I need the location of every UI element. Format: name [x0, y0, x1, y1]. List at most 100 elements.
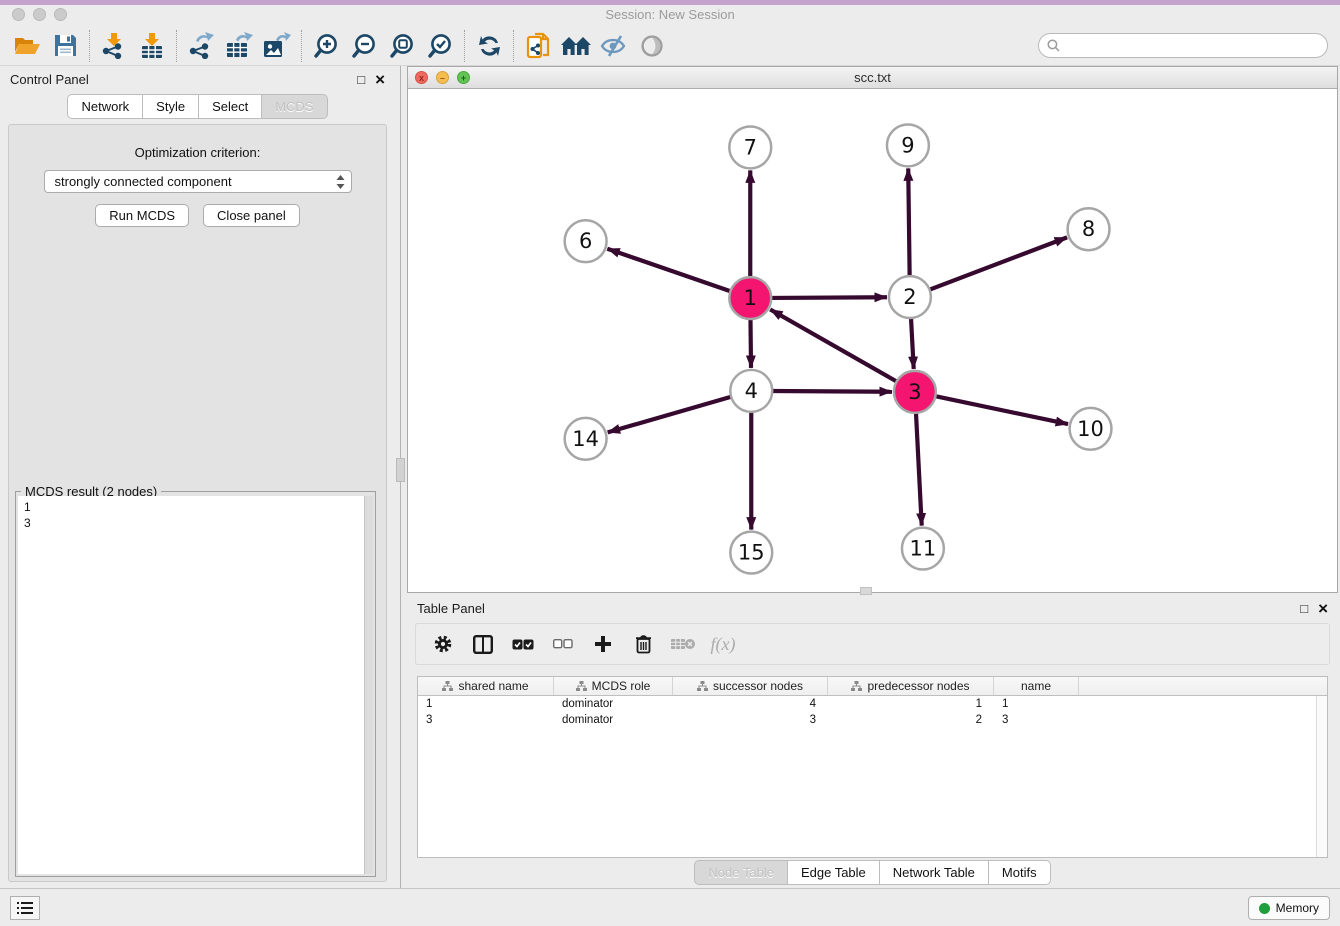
graph-edge-3-1[interactable]: [770, 309, 896, 381]
close-window-button[interactable]: [12, 8, 25, 21]
add-row-button[interactable]: [586, 628, 620, 660]
deselect-all-button[interactable]: [546, 628, 580, 660]
search-box[interactable]: [1038, 33, 1328, 58]
show-columns-button[interactable]: [466, 628, 500, 660]
zoom-selected-button[interactable]: [421, 29, 459, 63]
tab-select[interactable]: Select: [199, 94, 262, 119]
export-network-button[interactable]: [182, 29, 220, 63]
graph-node-11[interactable]: 11: [902, 528, 944, 570]
column-header-predecessor-nodes[interactable]: predecessor nodes: [828, 677, 994, 695]
graph-edge-1-4[interactable]: [750, 319, 751, 368]
maximize-window-button[interactable]: [54, 8, 67, 21]
close-panel-icon[interactable]: ×: [1318, 600, 1328, 617]
hide-panel-button[interactable]: [595, 29, 633, 63]
graph-edge-4-14[interactable]: [608, 397, 731, 433]
graph-node-8[interactable]: 8: [1068, 208, 1110, 250]
column-header-name[interactable]: name: [994, 677, 1079, 695]
graph-node-6[interactable]: 6: [565, 220, 607, 262]
graph-node-14[interactable]: 14: [565, 418, 607, 460]
mcds-result-box[interactable]: 1 3: [18, 496, 373, 874]
network-maximize-button[interactable]: +: [457, 71, 470, 84]
graph-node-4[interactable]: 4: [730, 370, 772, 412]
result-scrollbar[interactable]: [364, 496, 373, 874]
search-input[interactable]: [1065, 38, 1319, 53]
mcds-result-group: MCDS result (2 nodes) 1 3: [15, 491, 376, 877]
clone-network-button[interactable]: [519, 29, 557, 63]
criterion-select[interactable]: strongly connected component: [44, 170, 352, 193]
tab-style[interactable]: Style: [143, 94, 199, 119]
network-close-button[interactable]: x: [415, 71, 428, 84]
import-network-button[interactable]: [95, 29, 133, 63]
close-panel-button[interactable]: Close panel: [203, 204, 300, 227]
tab-node-table[interactable]: Node Table: [694, 860, 788, 885]
graph-node-15[interactable]: 15: [730, 532, 772, 574]
cell[interactable]: 1: [994, 696, 1079, 712]
column-header-successor-nodes[interactable]: successor nodes: [673, 677, 828, 695]
table-settings-button[interactable]: [426, 628, 460, 660]
graph-edge-2-9[interactable]: [908, 168, 909, 276]
tab-mcds[interactable]: MCDS: [262, 94, 327, 119]
minimize-window-button[interactable]: [33, 8, 46, 21]
network-canvas[interactable]: 1 2 3 4 6 7 8 9 10 11 14 15: [408, 89, 1337, 592]
delete-row-button[interactable]: [626, 628, 660, 660]
graph-edge-3-10[interactable]: [935, 396, 1068, 424]
import-table-button[interactable]: [133, 29, 171, 63]
splitter-handle[interactable]: [396, 458, 405, 482]
graph-node-1[interactable]: 1: [729, 277, 771, 319]
export-table-button[interactable]: [220, 29, 258, 63]
zoom-out-button[interactable]: [345, 29, 383, 63]
table-row[interactable]: 1dominator411: [418, 696, 1327, 712]
lens-button[interactable]: [633, 29, 671, 63]
export-image-button[interactable]: [258, 29, 296, 63]
table-row[interactable]: 3dominator323: [418, 712, 1327, 728]
cell[interactable]: 1: [418, 696, 554, 712]
delete-table-button[interactable]: [666, 628, 700, 660]
cell[interactable]: 2: [828, 712, 994, 728]
cell[interactable]: 3: [994, 712, 1079, 728]
select-all-button[interactable]: [506, 628, 540, 660]
function-builder-button[interactable]: f(x): [706, 628, 740, 660]
window-controls[interactable]: [12, 8, 67, 21]
tab-network-table[interactable]: Network Table: [880, 860, 989, 885]
graph-edge-3-11[interactable]: [916, 413, 922, 526]
graph-edge-2-3[interactable]: [911, 318, 914, 369]
float-panel-icon[interactable]: □: [357, 73, 365, 86]
graph-node-7[interactable]: 7: [729, 126, 771, 168]
close-panel-icon[interactable]: ×: [375, 71, 385, 88]
apply-layout-button[interactable]: [470, 29, 508, 63]
cell[interactable]: 3: [673, 712, 828, 728]
graph-node-2[interactable]: 2: [889, 276, 931, 318]
graph-edge-4-3[interactable]: [772, 391, 892, 392]
table-scrollbar[interactable]: [1316, 696, 1327, 857]
graph-node-3[interactable]: 3: [894, 371, 936, 413]
save-session-button[interactable]: [46, 29, 84, 63]
zoom-in-button[interactable]: [307, 29, 345, 63]
graph-edge-1-6[interactable]: [607, 249, 730, 292]
graph-node-10[interactable]: 10: [1070, 408, 1112, 450]
column-header-MCDS-role[interactable]: MCDS role: [554, 677, 673, 695]
cell[interactable]: 4: [673, 696, 828, 712]
graph-edge-1-2[interactable]: [771, 297, 887, 298]
zoom-fit-icon: [389, 33, 415, 59]
tab-network[interactable]: Network: [67, 94, 143, 119]
network-minimize-button[interactable]: –: [436, 71, 449, 84]
column-header-shared-name[interactable]: shared name: [418, 677, 554, 695]
network-window-titlebar[interactable]: x – + scc.txt: [408, 67, 1337, 89]
memory-button[interactable]: Memory: [1248, 896, 1330, 920]
cell[interactable]: 1: [828, 696, 994, 712]
vertical-splitter[interactable]: [395, 66, 407, 888]
home-button[interactable]: [557, 29, 595, 63]
open-session-button[interactable]: [8, 29, 46, 63]
cell[interactable]: dominator: [554, 696, 673, 712]
cell[interactable]: dominator: [554, 712, 673, 728]
graph-node-9[interactable]: 9: [887, 124, 929, 166]
run-mcds-button[interactable]: Run MCDS: [95, 204, 189, 227]
graph-edge-2-8[interactable]: [930, 237, 1068, 289]
tab-edge-table[interactable]: Edge Table: [788, 860, 880, 885]
horizontal-splitter-handle[interactable]: [860, 587, 872, 595]
cell[interactable]: 3: [418, 712, 554, 728]
task-history-button[interactable]: [10, 896, 40, 920]
float-panel-icon[interactable]: □: [1300, 602, 1308, 615]
tab-motifs[interactable]: Motifs: [989, 860, 1051, 885]
zoom-fit-button[interactable]: [383, 29, 421, 63]
